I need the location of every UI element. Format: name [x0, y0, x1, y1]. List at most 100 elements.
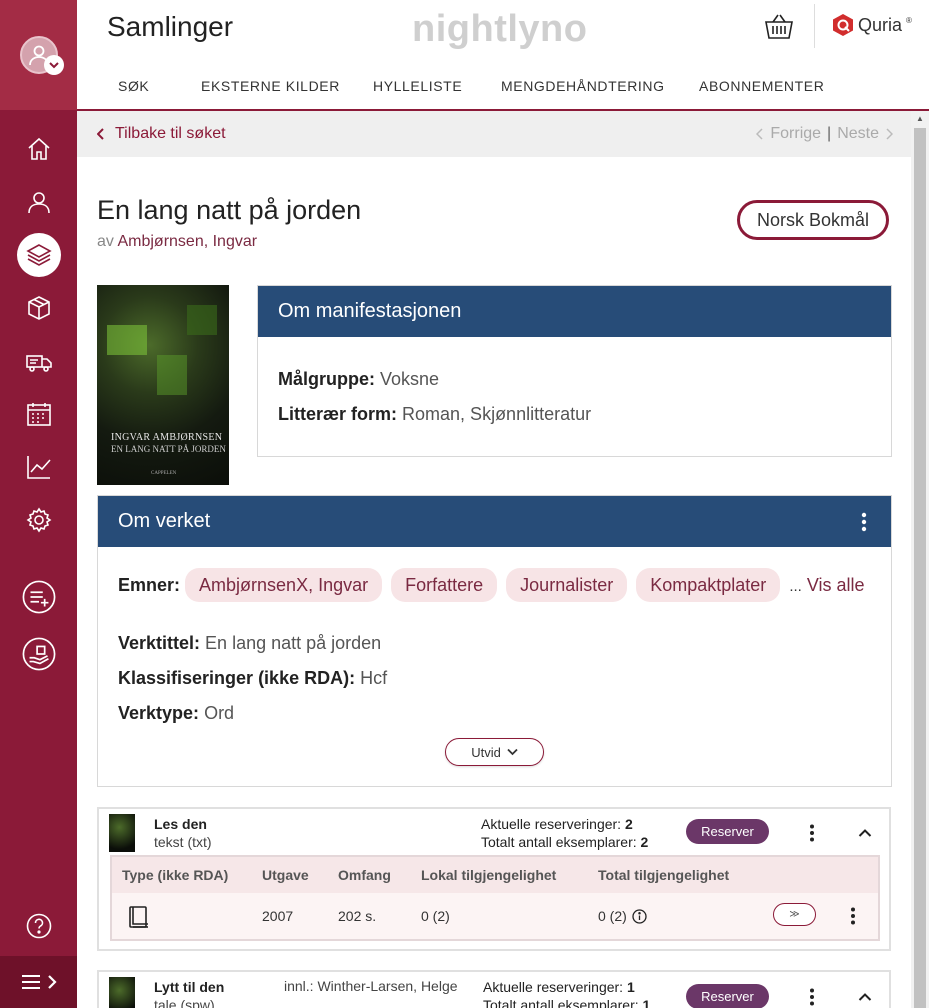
local-availability-cell: 0 (2): [421, 908, 450, 924]
record-pager: Forrige | Neste: [756, 125, 893, 143]
cover-title: EN LANG NATT PÅ JORDEN: [111, 444, 226, 454]
col-local-availability: Lokal tilgjengelighet: [421, 867, 557, 883]
classification-field: Klassifiseringer (ikke RDA): Hcf: [118, 668, 388, 688]
chevron-down-icon: [49, 62, 59, 69]
copies-table-header: Type (ikke RDA) Utgave Omfang Lokal tilg…: [112, 857, 878, 893]
subject-chip[interactable]: Journalister: [506, 568, 628, 602]
book-icon: [129, 906, 148, 928]
sidebar-item-acquisitions[interactable]: [22, 291, 56, 325]
col-edition: Utgave: [262, 867, 309, 883]
work-menu-icon[interactable]: [861, 512, 867, 532]
app-title: Samlinger: [107, 11, 234, 42]
brand-logo: nightlyno: [412, 8, 588, 50]
chevron-right-icon: [886, 128, 893, 140]
menu-icon: [21, 975, 40, 989]
reserve-button[interactable]: Reserver: [686, 984, 769, 1008]
work-panel: Om verket Emner: AmbjørnsenX, Ingvar For…: [97, 495, 892, 787]
help-button[interactable]: [22, 909, 56, 943]
info-icon[interactable]: [632, 909, 647, 924]
work-title-field: Verktittel: En lang natt på jorden: [118, 633, 382, 653]
back-to-search-link[interactable]: Tilbake til søket: [97, 125, 226, 143]
nav-tab-external-sources[interactable]: EKSTERNE KILDER: [201, 78, 340, 94]
copies-table: Type (ikke RDA) Utgave Omfang Lokal tilg…: [110, 855, 880, 941]
literary-form-field: Litterær form: Roman, Skjønnlitteratur: [278, 404, 592, 424]
back-bar: Tilbake til søket Forrige | Neste: [77, 111, 911, 157]
subject-chip[interactable]: AmbjørnsenX, Ingvar: [185, 568, 383, 602]
chevron-left-icon: [756, 128, 763, 140]
add-list-icon: [22, 580, 56, 614]
chevron-left-icon: [97, 128, 104, 140]
chevron-down-icon: [507, 748, 518, 756]
help-icon: [26, 913, 52, 939]
sidebar-item-statistics[interactable]: [22, 450, 56, 484]
gear-icon: [26, 507, 52, 533]
layers-icon: [26, 244, 52, 266]
item-menu-icon[interactable]: [809, 988, 815, 1006]
byline-prefix: av: [97, 233, 114, 250]
sidebar-expand-toggle[interactable]: [0, 956, 77, 1008]
collapse-chevron-up-icon[interactable]: [858, 828, 872, 838]
item-format: tekst (txt): [154, 834, 212, 850]
item-title[interactable]: Lytt til den: [154, 979, 224, 995]
avatar-menu-button[interactable]: [44, 55, 64, 75]
total-availability-cell: 0 (2): [598, 908, 627, 924]
subject-chip[interactable]: Kompaktplater: [636, 568, 781, 602]
hand-donate-icon: [22, 637, 56, 671]
collapse-chevron-up-icon[interactable]: [858, 992, 872, 1002]
author-link[interactable]: Ambjørnsen, Ingvar: [117, 233, 257, 250]
item-format: tale (spw): [154, 997, 215, 1008]
target-audience-field: Målgruppe: Voksne: [278, 369, 440, 389]
top-nav: SØK EKSTERNE KILDER HYLLELISTE MENGDEHÅN…: [77, 60, 929, 110]
sidebar-item-home[interactable]: [22, 132, 56, 166]
table-row: 2007 202 s. 0 (2) 0 (2) ≫: [112, 893, 878, 939]
reservations-count: Aktuelle reserveringer: 1: [483, 979, 635, 995]
previous-link[interactable]: Forrige: [770, 125, 821, 143]
basket-button[interactable]: [763, 12, 795, 42]
item-title[interactable]: Les den: [154, 816, 207, 832]
sidebar-item-new-list[interactable]: [22, 580, 56, 614]
chart-icon: [27, 456, 51, 479]
sidebar-item-donations[interactable]: [22, 637, 56, 671]
cover-author: INGVAR AMBJØRNSEN: [111, 432, 223, 443]
row-menu-icon[interactable]: [850, 907, 856, 925]
pager-separator: |: [827, 125, 832, 142]
nav-tab-bulk-management[interactable]: MENGDEHÅNDTERING: [501, 78, 665, 94]
sidebar-item-calendar[interactable]: [22, 397, 56, 431]
nav-tab-subscriptions[interactable]: ABONNEMENTER: [699, 78, 824, 94]
sidebar-item-collections[interactable]: [17, 233, 61, 277]
edition-cell: 2007: [262, 908, 294, 924]
copies-count: Totalt antall eksemplarer: 2: [481, 834, 649, 850]
next-link[interactable]: Neste: [837, 125, 879, 143]
cover-image: INGVAR AMBJØRNSEN EN LANG NATT PÅ JORDEN…: [97, 285, 229, 485]
nav-tab-shelf-list[interactable]: HYLLELISTE: [373, 78, 462, 94]
scrollbar-thumb[interactable]: [914, 128, 926, 1008]
manifestation-panel: Om manifestasjonen Målgruppe: Voksne Lit…: [257, 285, 892, 457]
reservations-count: Aktuelle reserveringer: 2: [481, 816, 633, 832]
chevron-right-icon: [47, 975, 57, 989]
sidebar-item-patrons[interactable]: [22, 185, 56, 219]
manifestation-heading: Om manifestasjonen: [258, 286, 891, 337]
basket-icon: [765, 14, 793, 39]
record-title: En lang natt på jorden: [97, 195, 362, 225]
package-icon: [28, 296, 50, 320]
vendor-logo: Quria ®: [832, 13, 912, 37]
cover-publisher: CAPPELEN: [151, 471, 177, 476]
scroll-up-arrow[interactable]: ▲: [914, 114, 926, 124]
expand-button[interactable]: Utvid: [445, 738, 544, 766]
reserve-button[interactable]: Reserver: [686, 819, 769, 844]
header-divider: [814, 4, 815, 48]
item-card: Les den tekst (txt) Aktuelle reservering…: [97, 807, 891, 951]
col-type: Type (ikke RDA): [122, 867, 229, 883]
sidebar-item-logistics[interactable]: [22, 345, 56, 379]
copy-details-button[interactable]: ≫: [773, 903, 816, 926]
col-total-availability: Total tilgjengelighet: [598, 867, 730, 883]
show-all-subjects-link[interactable]: Vis alle: [807, 575, 865, 595]
item-card: Lytt til den tale (spw) innl.: Winther-L…: [97, 970, 891, 1008]
subject-chip[interactable]: Forfattere: [391, 568, 498, 602]
language-button[interactable]: Norsk Bokmål: [737, 200, 889, 240]
sidebar-item-settings[interactable]: [22, 503, 56, 537]
item-contributor: innl.: Winther-Larsen, Helge: [284, 978, 458, 994]
back-label: Tilbake til søket: [115, 125, 226, 142]
nav-tab-search[interactable]: SØK: [118, 78, 149, 94]
item-menu-icon[interactable]: [809, 824, 815, 842]
